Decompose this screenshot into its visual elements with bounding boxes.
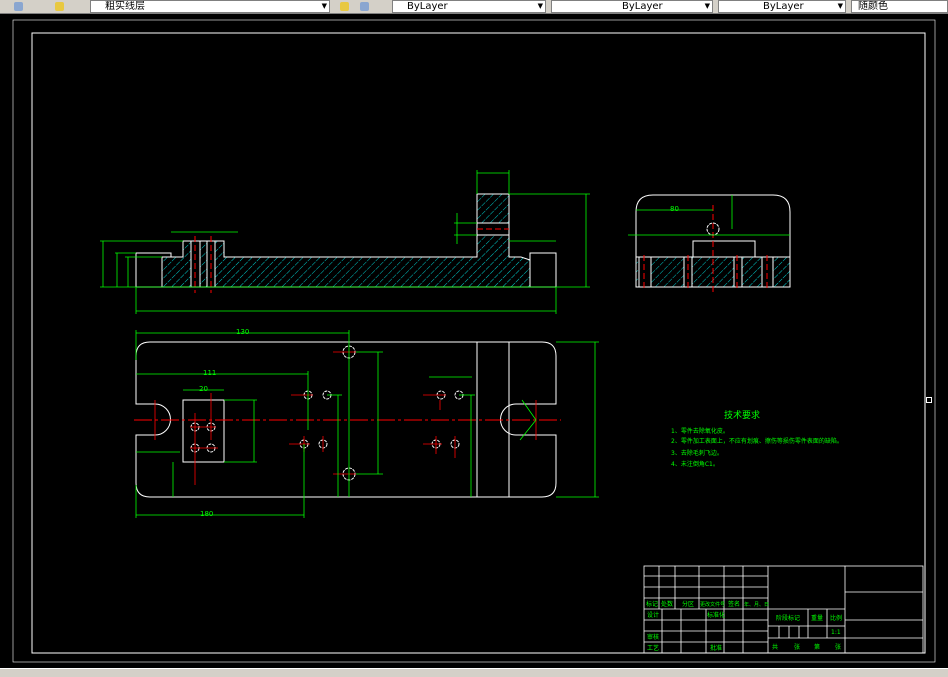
tb-sheets-2: 张	[835, 643, 841, 651]
tech-line-4: 4、未注倒角C1。	[671, 460, 719, 468]
tb-scale: 比例	[830, 614, 842, 622]
tech-title: 技术要求	[724, 409, 760, 421]
tb-stage-mark: 阶段标记	[776, 614, 800, 622]
tb-sheets-1: 张	[794, 643, 800, 651]
dim-180: 180	[200, 510, 213, 518]
tb-mark: 标记	[646, 600, 658, 608]
dim-80: 80	[670, 205, 679, 213]
front-section-view	[100, 170, 590, 314]
tb-signature: 签名	[728, 600, 740, 608]
tech-line-1: 1、零件去除氧化皮。	[671, 427, 729, 435]
dim-111: 111	[203, 369, 216, 377]
tech-line-3: 3、去除毛刺飞边。	[671, 449, 723, 457]
tb-scale-value: 1:1	[831, 629, 841, 636]
side-section-view	[628, 194, 791, 295]
tb-date: 年、月、日	[744, 601, 769, 608]
tb-count: 处数	[661, 600, 673, 608]
tech-line-2: 2、零件加工表面上，不应有划痕、擦伤等损伤零件表面的缺陷。	[671, 437, 843, 445]
dim-130: 130	[236, 328, 249, 336]
dim-20: 20	[199, 385, 208, 393]
tb-change-doc: 更改文件号	[700, 601, 725, 608]
drawing-canvas[interactable]: 130 111 180 20 80 技术要求 1、零件去除氧化皮。 2、零件加工…	[0, 0, 948, 676]
tb-review: 审核	[647, 633, 659, 641]
tb-approve: 批准	[710, 644, 722, 652]
tb-process: 工艺	[647, 644, 659, 652]
tb-no: 第	[814, 643, 820, 651]
tb-standardization: 标准化	[707, 611, 725, 619]
tb-weight: 重量	[811, 614, 823, 622]
title-block	[643, 565, 924, 654]
tb-design: 设计	[647, 611, 659, 619]
tb-zone: 分区	[682, 600, 694, 608]
grip-handle[interactable]	[926, 397, 932, 403]
tb-total: 共	[772, 643, 778, 651]
drawing-frame	[31, 32, 926, 654]
tech-requirements: 技术要求 1、零件去除氧化皮。 2、零件加工表面上，不应有划痕、擦伤等损伤零件表…	[671, 409, 843, 468]
